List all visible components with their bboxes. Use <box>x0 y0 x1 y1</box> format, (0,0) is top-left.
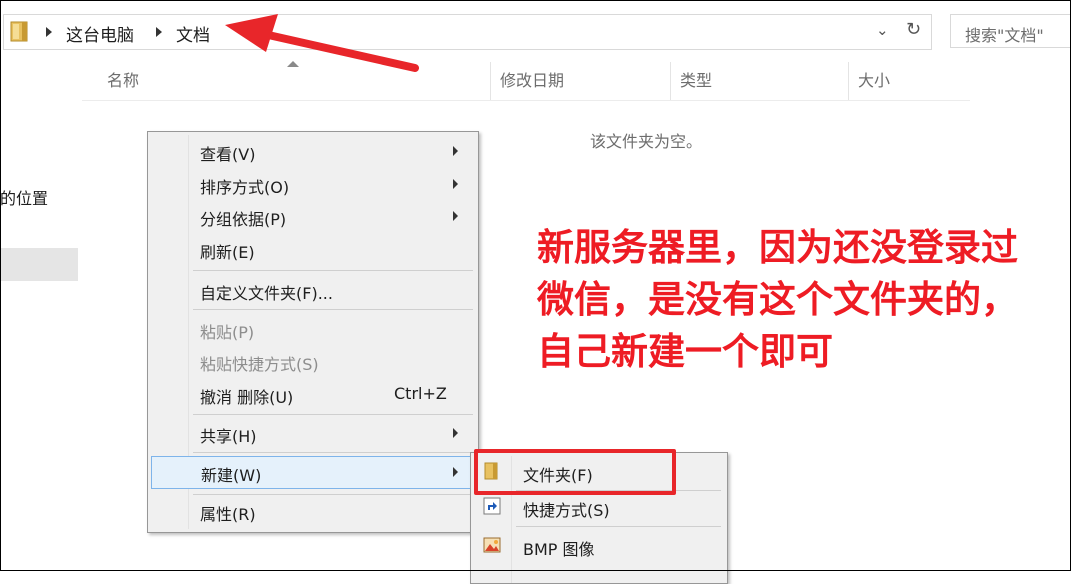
empty-folder-message: 该文件夹为空。 <box>590 132 703 151</box>
menu-item-customize-folder[interactable]: 自定义文件夹(F)... <box>150 275 474 305</box>
menu-item-refresh[interactable]: 刷新(E) <box>150 234 474 264</box>
shortcut-icon <box>483 497 501 515</box>
menu-separator <box>193 452 473 453</box>
menu-item-undo-delete[interactable]: 撤消 删除(U) Ctrl+Z <box>150 379 474 409</box>
highlight-box <box>474 449 676 495</box>
menu-item-label: 粘贴快捷方式(S) <box>200 355 319 374</box>
menu-item-label: 新建(W) <box>201 466 262 485</box>
menu-separator <box>516 526 721 527</box>
menu-separator <box>193 494 473 495</box>
menu-item-label: 粘贴(P) <box>200 323 255 342</box>
chevron-down-icon[interactable]: ⌄ <box>876 21 889 39</box>
breadcrumb-separator-icon <box>156 27 162 37</box>
menu-item-sort-by[interactable]: 排序方式(O) <box>150 169 474 199</box>
submenu-item-shortcut[interactable]: 快捷方式(S) <box>473 491 723 523</box>
menu-item-shortcut: Ctrl+Z <box>394 384 447 403</box>
red-arrow-icon <box>225 14 419 72</box>
submenu-item-label: BMP 图像 <box>523 540 595 559</box>
column-size[interactable]: 大小 <box>848 62 970 100</box>
breadcrumb-documents[interactable]: 文档 <box>176 21 210 46</box>
submenu-item-label: 快捷方式(S) <box>523 501 610 520</box>
search-input[interactable]: 搜索"文档" <box>950 14 1071 48</box>
menu-item-label: 分组依据(P) <box>200 210 287 229</box>
bmp-image-icon <box>483 537 501 553</box>
address-bar[interactable]: 这台电脑 文档 ⌄ ↻ <box>3 14 932 50</box>
search-placeholder: 搜索"文档" <box>965 26 1044 45</box>
menu-item-properties[interactable]: 属性(R) <box>150 496 474 526</box>
menu-item-paste-shortcut: 粘贴快捷方式(S) <box>150 346 474 376</box>
submenu-arrow-icon <box>453 179 458 189</box>
column-modified-date[interactable]: 修改日期 <box>490 62 670 100</box>
menu-separator <box>193 270 473 271</box>
annotation-line: 自己新建一个即可 <box>537 330 833 373</box>
breadcrumb-this-pc[interactable]: 这台电脑 <box>66 21 134 46</box>
menu-item-label: 查看(V) <box>200 145 256 164</box>
nav-item-location[interactable]: 的位置 <box>0 185 48 209</box>
submenu-item-bmp-image[interactable]: BMP 图像 <box>473 530 723 562</box>
menu-item-label: 自定义文件夹(F)... <box>200 284 333 303</box>
menu-item-label: 撤消 删除(U) <box>200 388 294 407</box>
column-type[interactable]: 类型 <box>670 62 848 100</box>
annotation-note: 新服务器里，因为还没登录过 微信，是没有这个文件夹的， 自己新建一个即可 <box>537 222 1067 378</box>
column-headers: 名称 修改日期 类型 大小 <box>82 61 970 101</box>
menu-item-label: 刷新(E) <box>200 243 255 262</box>
menu-separator <box>193 309 473 310</box>
folder-icon <box>10 21 28 42</box>
menu-item-group-by[interactable]: 分组依据(P) <box>150 201 474 231</box>
submenu-arrow-icon <box>453 211 458 221</box>
submenu-arrow-icon <box>453 146 458 156</box>
submenu-arrow-icon <box>453 428 458 438</box>
refresh-icon[interactable]: ↻ <box>906 19 921 40</box>
menu-item-label: 排序方式(O) <box>200 178 290 197</box>
annotation-line: 新服务器里，因为还没登录过 <box>537 226 1018 269</box>
annotation-line: 微信，是没有这个文件夹的， <box>537 278 1018 321</box>
menu-item-new[interactable]: 新建(W) <box>151 456 475 489</box>
breadcrumb-separator-icon <box>46 27 52 37</box>
menu-item-label: 属性(R) <box>200 505 256 524</box>
submenu-arrow-icon <box>453 467 458 477</box>
menu-item-view[interactable]: 查看(V) <box>150 136 474 166</box>
menu-item-label: 共享(H) <box>200 427 257 446</box>
menu-item-paste: 粘贴(P) <box>150 314 474 344</box>
nav-item-selected[interactable] <box>0 248 78 281</box>
context-menu: 查看(V) 排序方式(O) 分组依据(P) 刷新(E) 自定义文件夹(F)...… <box>147 131 479 533</box>
menu-item-share[interactable]: 共享(H) <box>150 418 474 448</box>
menu-separator <box>193 414 473 415</box>
